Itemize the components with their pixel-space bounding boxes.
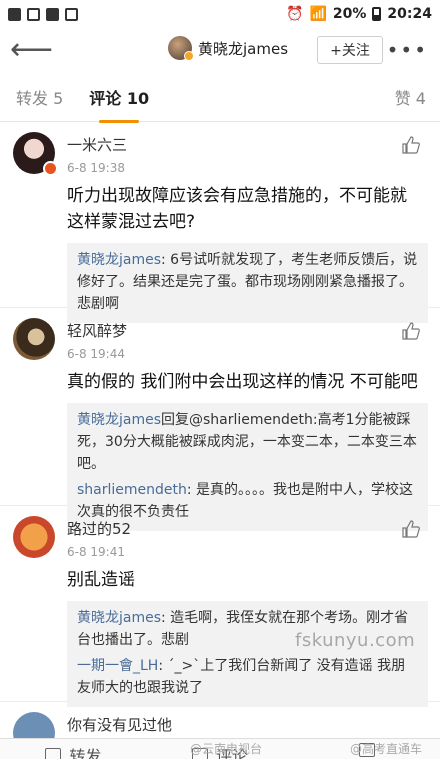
thumbs-up-icon[interactable] [402,136,420,154]
status-notification-icons [8,7,78,21]
comment-item[interactable]: 轻风醉梦 6-8 19:44 真的假的 我们附中会出现这样的情况 不可能吧 黄晓… [0,308,440,531]
comment-text: 别乱造谣 [67,570,135,590]
message-notification-icon [65,7,78,21]
battery-icon [372,7,382,21]
add-notification-icon [27,7,40,21]
site-watermark: fskunyu.com [295,630,416,651]
avatar[interactable] [13,516,55,558]
tab-bar: 转发 5 评论 10 赞 4 [0,72,440,123]
watermark-left: @云南电视台 [190,742,263,756]
comment-time: 6-8 19:38 [67,161,125,175]
reply-author[interactable]: 黄晓龙james [77,610,161,626]
nav-user[interactable]: 黄晓龙james [168,36,289,61]
verified-badge-icon [43,161,58,176]
more-icon[interactable]: ••• [387,38,428,62]
comment-author[interactable]: 一米六三 [67,134,428,155]
repost-label: 转发 [69,747,102,759]
gallery-notification-icon [8,7,21,21]
avatar[interactable] [168,36,194,61]
clock: 20:24 [387,6,432,22]
avatar[interactable] [13,318,55,360]
reply-author[interactable]: 黄晓龙james [77,412,161,428]
reply-item[interactable]: 黄晓龙james: 6号试听就发现了，考生老师反馈后，说修好了。结果还是完了蛋。… [77,249,418,315]
reply-author[interactable]: 黄晓龙james [77,252,161,268]
reply-box[interactable]: 黄晓龙james: 造毛啊，我侄女就在那个考场。刚才省台也播出了。悲剧 一期一會… [67,601,428,707]
comment-item[interactable]: 一米六三 6-8 19:38 听力出现故障应该会有应急措施的，不可能就这样蒙混过… [0,122,440,323]
comment-time: 6-8 19:44 [67,347,125,361]
follow-button[interactable]: +关注 [317,36,383,64]
tab-reposts[interactable]: 转发 5 [16,85,63,109]
thumbs-up-icon[interactable] [402,520,420,538]
comment-author[interactable]: 路过的52 [67,518,428,539]
nav-title: 黄晓龙james [198,39,289,58]
nav-bar: ⟵ 黄晓龙james +关注 ••• [0,28,440,72]
comment-text: 听力出现故障应该会有应急措施的，不可能就这样蒙混过去吧? [67,186,407,232]
reply-author[interactable]: sharliemendeth [77,482,187,498]
status-bar: ⏰ 📶 20% 20:24 [0,0,440,28]
battery-percent: 20% [332,6,367,22]
repost-button[interactable]: 转发 [0,739,147,759]
app-notification-icon [46,7,59,21]
repost-icon [45,748,62,759]
comment-author[interactable]: 轻风醉梦 [67,320,428,341]
alarm-icon: ⏰ [286,6,304,22]
reply-author[interactable]: 一期一會_LH [77,658,158,674]
tab-comments[interactable]: 评论 10 [89,85,149,123]
watermark-right: @高考直通车 [350,742,423,756]
thumbs-up-icon[interactable] [402,322,420,340]
wifi-icon: 📶 [309,6,327,22]
back-arrow-icon[interactable]: ⟵ [10,35,53,65]
comment-author[interactable]: 你有没有见过他 [67,714,428,735]
avatar[interactable] [13,132,58,176]
comment-item-partial[interactable]: 你有没有见过他 [0,702,440,754]
reply-item[interactable]: 黄晓龙james回复@sharliemendeth:高考1分能被踩死，30分大概… [77,409,418,475]
comment-time: 6-8 19:41 [67,545,125,559]
reply-item[interactable]: 一期一會_LH: ´_>`上了我们台新闻了 没有造谣 我朋友师大的也跟我说了 [77,655,418,699]
comment-item[interactable]: 路过的52 6-8 19:41 别乱造谣 黄晓龙james: 造毛啊，我侄女就在… [0,506,440,707]
comment-text: 真的假的 我们附中会出现这样的情况 不可能吧 [67,372,418,392]
tab-likes[interactable]: 赞 4 [395,85,426,109]
